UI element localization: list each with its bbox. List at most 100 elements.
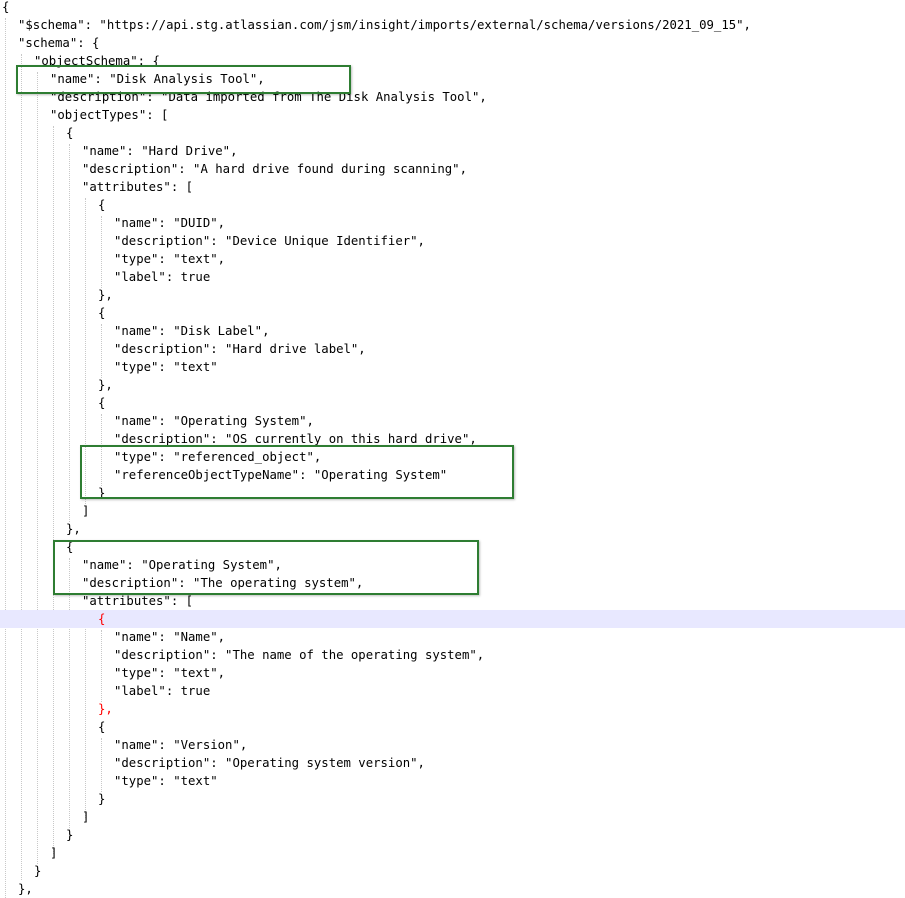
code-line-text: "description": "The operating system",	[82, 576, 364, 590]
code-line[interactable]: "name": "DUID",	[0, 214, 905, 232]
code-line-text: "label": true	[114, 270, 211, 284]
code-line[interactable]: "schema": {	[0, 34, 905, 52]
code-line-text: }	[34, 864, 42, 878]
code-line-text: "name": "Hard Drive",	[82, 144, 238, 158]
code-line[interactable]: }	[0, 862, 905, 880]
code-line[interactable]: {	[0, 124, 905, 142]
code-line-text: }	[98, 486, 106, 500]
code-line[interactable]: "name": "Disk Analysis Tool",	[0, 70, 905, 88]
code-line[interactable]: "description": "Operating system version…	[0, 754, 905, 772]
code-line-text: "name": "Operating System",	[114, 414, 314, 428]
code-line[interactable]: },	[0, 700, 905, 718]
code-line-text: },	[98, 378, 113, 392]
code-line-text: {	[66, 126, 74, 140]
code-line-text: ]	[82, 810, 90, 824]
code-line-text: {	[98, 720, 106, 734]
code-line-text: },	[98, 288, 113, 302]
code-line-text: },	[98, 702, 113, 716]
code-line-text: {	[98, 612, 106, 626]
code-line-text: "description": "OS currently on this har…	[114, 432, 477, 446]
code-line[interactable]: "name": "Operating System",	[0, 556, 905, 574]
code-line[interactable]: "name": "Name",	[0, 628, 905, 646]
code-line[interactable]: "objectSchema": {	[0, 52, 905, 70]
code-line[interactable]: "type": "text",	[0, 250, 905, 268]
code-line-text: "objectTypes": [	[50, 108, 169, 122]
code-line-text: },	[18, 882, 33, 896]
code-line[interactable]: {	[0, 304, 905, 322]
code-line[interactable]: "label": true	[0, 682, 905, 700]
code-line-text: {	[98, 198, 106, 212]
code-line[interactable]: "description": "Data imported from The D…	[0, 88, 905, 106]
code-line[interactable]: "attributes": [	[0, 592, 905, 610]
code-line[interactable]: }	[0, 826, 905, 844]
code-line[interactable]: "objectTypes": [	[0, 106, 905, 124]
code-line-text: },	[66, 522, 81, 536]
code-line-text: "attributes": [	[82, 180, 194, 194]
code-line[interactable]: "referenceObjectTypeName": "Operating Sy…	[0, 466, 905, 484]
code-line[interactable]: {	[0, 718, 905, 736]
code-line[interactable]: "name": "Disk Label",	[0, 322, 905, 340]
code-line[interactable]: ]	[0, 502, 905, 520]
code-line[interactable]: },	[0, 376, 905, 394]
code-line-text: "type": "text",	[114, 252, 226, 266]
code-line[interactable]: "name": "Operating System",	[0, 412, 905, 430]
code-line[interactable]: "label": true	[0, 268, 905, 286]
code-line[interactable]: {	[0, 394, 905, 412]
code-line-text: }	[98, 792, 106, 806]
code-line-text: "attributes": [	[82, 594, 194, 608]
code-line-text: "objectSchema": {	[34, 54, 160, 68]
code-line[interactable]: "type": "text",	[0, 664, 905, 682]
code-line-text: {	[98, 396, 106, 410]
code-line[interactable]: {	[0, 196, 905, 214]
code-line[interactable]: "$schema": "https://api.stg.atlassian.co…	[0, 16, 905, 34]
code-line[interactable]: "type": "text"	[0, 772, 905, 790]
code-line[interactable]: "description": "Hard drive label",	[0, 340, 905, 358]
code-line-text: "type": "text"	[114, 774, 218, 788]
code-line-text: "type": "text"	[114, 360, 218, 374]
code-line-text: "name": "Operating System",	[82, 558, 282, 572]
code-line-text: "name": "Version",	[114, 738, 248, 752]
code-line[interactable]: },	[0, 880, 905, 898]
code-line[interactable]: "type": "text"	[0, 358, 905, 376]
code-line[interactable]: {	[0, 538, 905, 556]
code-line[interactable]: }	[0, 790, 905, 808]
code-line-text: {	[98, 306, 106, 320]
code-line[interactable]: "description": "A hard drive found durin…	[0, 160, 905, 178]
code-line[interactable]: "description": "OS currently on this har…	[0, 430, 905, 448]
code-line[interactable]: "name": "Hard Drive",	[0, 142, 905, 160]
code-line[interactable]: "attributes": [	[0, 178, 905, 196]
code-line-text: {	[66, 540, 74, 554]
code-line[interactable]: "description": "Device Unique Identifier…	[0, 232, 905, 250]
json-code-editor[interactable]: { "$schema": "https://api.stg.atlassian.c…	[0, 0, 905, 898]
code-line-text: "description": "Hard drive label",	[114, 342, 366, 356]
code-line-text: "name": "DUID",	[114, 216, 226, 230]
code-line-text: "description": "A hard drive found durin…	[82, 162, 467, 176]
code-line[interactable]: "description": "The operating system",	[0, 574, 905, 592]
code-line[interactable]: "type": "referenced_object",	[0, 448, 905, 466]
code-line-text: "type": "referenced_object",	[114, 450, 322, 464]
code-line-text: "label": true	[114, 684, 211, 698]
code-line[interactable]: "description": "The name of the operatin…	[0, 646, 905, 664]
code-line[interactable]: },	[0, 286, 905, 304]
code-line-text: "description": "Data imported from The D…	[50, 90, 487, 104]
code-line-text: ]	[82, 504, 90, 518]
code-line[interactable]: ]	[0, 844, 905, 862]
code-line-text: "name": "Disk Label",	[114, 324, 270, 338]
code-line[interactable]: }	[0, 484, 905, 502]
code-line[interactable]: },	[0, 520, 905, 538]
code-line-text: "$schema": "https://api.stg.atlassian.co…	[18, 18, 751, 32]
code-line[interactable]: {	[0, 0, 905, 16]
code-line-text: "type": "text",	[114, 666, 226, 680]
code-line-text: "name": "Name",	[114, 630, 226, 644]
code-line-text: "description": "Device Unique Identifier…	[114, 234, 425, 248]
code-line-text: "referenceObjectTypeName": "Operating Sy…	[114, 468, 448, 482]
code-line-text: "name": "Disk Analysis Tool",	[50, 72, 265, 86]
code-line-text: ]	[50, 846, 58, 860]
code-line[interactable]: ]	[0, 808, 905, 826]
code-line-text: {	[2, 0, 10, 14]
code-line[interactable]: {	[0, 610, 905, 628]
code-line-text: "schema": {	[18, 36, 100, 50]
code-line-text: "description": "The name of the operatin…	[114, 648, 485, 662]
code-line[interactable]: "name": "Version",	[0, 736, 905, 754]
code-line-text: }	[66, 828, 74, 842]
